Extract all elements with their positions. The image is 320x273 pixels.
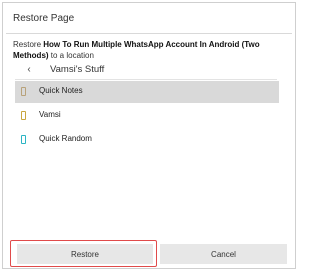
section-item-vamsi[interactable]: Vamsi	[15, 105, 279, 127]
notebook-icon	[21, 135, 26, 144]
location-breadcrumb: ‹ Vamsi's Stuff	[15, 61, 277, 80]
restore-button[interactable]: Restore	[17, 244, 153, 264]
chevron-left-icon[interactable]: ‹	[23, 64, 35, 76]
dialog-title: Restore Page	[13, 13, 75, 24]
section-item-quick-random[interactable]: Quick Random	[15, 129, 279, 151]
section-list: Quick Notes Vamsi Quick Random	[15, 81, 279, 153]
current-notebook-label: Vamsi's Stuff	[50, 64, 105, 75]
dialog-description: Restore How To Run Multiple WhatsApp Acc…	[13, 39, 285, 61]
description-prefix: Restore	[13, 40, 44, 49]
section-item-quick-notes[interactable]: Quick Notes	[15, 81, 279, 103]
section-item-label: Quick Notes	[39, 86, 83, 95]
section-item-label: Quick Random	[39, 134, 92, 143]
description-suffix: to a location	[48, 51, 94, 60]
restore-page-dialog: Restore Page Restore How To Run Multiple…	[2, 2, 296, 269]
cancel-button[interactable]: Cancel	[160, 244, 287, 264]
section-item-label: Vamsi	[39, 110, 61, 119]
notebook-icon	[21, 111, 26, 120]
notebook-icon	[21, 87, 26, 96]
title-divider	[6, 33, 292, 34]
